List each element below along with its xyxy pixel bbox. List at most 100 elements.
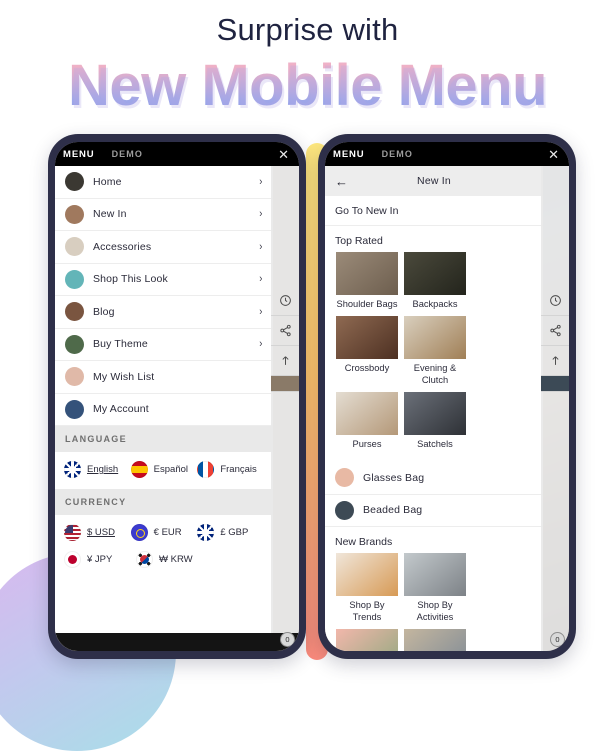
phone-mockup-right: MENU DEMO ✕ ← New In Go To New In Top Ra… xyxy=(318,134,576,659)
menu-item-label: Blog xyxy=(93,305,115,318)
right-screen: MENU DEMO ✕ ← New In Go To New In Top Ra… xyxy=(325,142,569,651)
flag-korea-icon xyxy=(136,551,153,568)
go-to-new-in-link[interactable]: Go To New In xyxy=(325,196,543,226)
currency-option-krw[interactable]: ₩ KRW xyxy=(136,551,208,568)
menu-item-my-account[interactable]: My Account xyxy=(55,394,273,426)
currency-label: ₩ KRW xyxy=(159,554,193,565)
tile-image xyxy=(336,316,398,359)
tile-crossbody[interactable]: Crossbody xyxy=(336,316,398,386)
language-label: English xyxy=(87,464,119,475)
menu-item-label: Home xyxy=(93,175,122,188)
demo-label[interactable]: DEMO xyxy=(112,149,143,159)
currency-options: $ USD € EUR £ GBP ¥ JPY ₩ KRW xyxy=(55,515,273,579)
tile-backpacks[interactable]: Backpacks xyxy=(404,252,466,310)
group-title-new-brands: New Brands xyxy=(335,536,393,548)
tile-satchels[interactable]: Satchels xyxy=(404,392,466,450)
flag-france-icon xyxy=(197,461,215,478)
avatar xyxy=(65,204,84,224)
demo-label[interactable]: DEMO xyxy=(382,149,413,159)
heading-block: Surprise with New Mobile Menu xyxy=(0,0,615,119)
language-options: English Español Français xyxy=(55,452,273,489)
tile-purses[interactable]: Purses xyxy=(336,392,398,450)
history-icon[interactable] xyxy=(271,286,299,316)
menu-item-label: Shop This Look xyxy=(93,273,168,286)
product-thumbnail[interactable] xyxy=(541,376,569,392)
menu-item-label: New In xyxy=(93,208,127,221)
tile-caption: Shoulder Bags xyxy=(336,299,398,309)
close-icon[interactable]: ✕ xyxy=(548,148,561,161)
menu-label[interactable]: MENU xyxy=(63,149,95,160)
tile-evening-clutch[interactable]: Evening & Clutch xyxy=(404,316,466,386)
right-body: ← New In Go To New In Top Rated Shoulder… xyxy=(325,166,569,651)
tile-shop-by-types[interactable]: Shop By Types xyxy=(404,629,466,651)
flag-japan-icon xyxy=(64,551,81,568)
right-topbar: MENU DEMO ✕ xyxy=(325,142,569,166)
left-topbar: MENU DEMO ✕ xyxy=(55,142,299,166)
cart-count-badge[interactable]: 0 xyxy=(280,632,295,647)
flag-eu-icon xyxy=(130,524,148,541)
tile-shop-by-trends[interactable]: Shop By Trends xyxy=(336,553,398,623)
chevron-right-icon: › xyxy=(259,273,263,286)
language-label: Français xyxy=(220,464,257,475)
avatar xyxy=(65,302,84,322)
scroll-up-icon[interactable] xyxy=(541,346,569,376)
menu-item-shop-this-look[interactable]: Shop This Look › xyxy=(55,264,273,296)
left-body: Home › New In › Accessories › Shop This … xyxy=(55,166,299,651)
section-header-currency: CURRENCY xyxy=(55,489,273,515)
list-item-beaded-bag[interactable]: Beaded Bag xyxy=(325,495,543,527)
tile-caption: Shop By Trends xyxy=(349,600,385,622)
menu-label[interactable]: MENU xyxy=(333,149,365,160)
avatar xyxy=(65,269,84,289)
tile-caption: Satchels xyxy=(417,439,453,449)
language-option-english[interactable]: English xyxy=(64,461,131,478)
go-to-link-label: Go To New In xyxy=(335,204,399,217)
tile-image xyxy=(336,392,398,435)
share-icon[interactable] xyxy=(271,316,299,346)
avatar xyxy=(335,468,354,488)
avatar xyxy=(335,500,354,520)
share-icon[interactable] xyxy=(541,316,569,346)
menu-item-my-wish-list[interactable]: My Wish List xyxy=(55,361,273,394)
list-item-glasses-bag[interactable]: Glasses Bag xyxy=(325,462,543,495)
product-thumbnail[interactable] xyxy=(271,376,299,392)
chevron-right-icon: › xyxy=(259,175,263,188)
menu-item-accessories[interactable]: Accessories › xyxy=(55,231,273,264)
flag-uk-icon xyxy=(197,524,215,541)
section-header-language: LANGUAGE xyxy=(55,426,273,452)
close-icon[interactable]: ✕ xyxy=(278,148,291,161)
menu-item-new-in[interactable]: New In › xyxy=(55,199,273,231)
menu-item-buy-theme[interactable]: Buy Theme › xyxy=(55,329,273,361)
submenu-header: ← New In xyxy=(325,166,543,196)
tile-shop-by-activities[interactable]: Shop By Activities xyxy=(404,553,466,623)
avatar xyxy=(65,172,84,192)
currency-option-eur[interactable]: € EUR xyxy=(130,524,198,541)
avatar xyxy=(65,399,84,419)
history-icon[interactable] xyxy=(541,286,569,316)
currency-option-jpy[interactable]: ¥ JPY xyxy=(64,551,136,568)
tile-image xyxy=(404,629,466,651)
currency-option-gbp[interactable]: £ GBP xyxy=(197,524,264,541)
avatar xyxy=(65,334,84,354)
menu-item-label: Buy Theme xyxy=(93,338,148,351)
language-option-francais[interactable]: Français xyxy=(197,461,264,478)
currency-label: $ USD xyxy=(87,527,115,538)
menu-item-label: My Wish List xyxy=(93,370,155,383)
cart-count-badge[interactable]: 0 xyxy=(550,632,565,647)
currency-option-usd[interactable]: $ USD xyxy=(64,524,131,541)
chevron-right-icon: › xyxy=(259,208,263,221)
scroll-up-icon[interactable] xyxy=(271,346,299,376)
page-title: New Mobile Menu xyxy=(0,52,615,119)
right-side-toolbar xyxy=(541,166,569,651)
submenu-title: New In xyxy=(417,175,451,187)
menu-item-home[interactable]: Home › xyxy=(55,166,273,199)
language-option-espanol[interactable]: Español xyxy=(130,461,198,478)
group-title-top-rated: Top Rated xyxy=(335,235,383,247)
tile-image xyxy=(404,553,466,596)
menu-item-blog[interactable]: Blog › xyxy=(55,296,273,329)
chevron-right-icon: › xyxy=(259,305,263,318)
tile-shoulder-bags[interactable]: Shoulder Bags xyxy=(336,252,398,310)
currency-label: € EUR xyxy=(153,527,182,538)
tile-shop-by-features[interactable]: Shop By Features xyxy=(336,629,398,651)
list-item-label: Glasses Bag xyxy=(363,471,425,484)
chevron-right-icon: › xyxy=(259,240,263,253)
